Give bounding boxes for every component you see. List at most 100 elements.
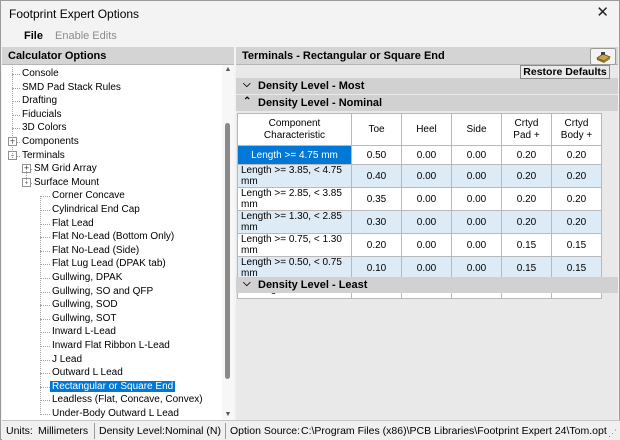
value-cell[interactable]: 0.20 (351, 233, 402, 257)
tree-item[interactable]: Gullwing, DPAK (50, 271, 124, 285)
value-cell[interactable]: 0.50 (351, 145, 402, 165)
tree-item[interactable]: Components (20, 135, 81, 149)
resize-grip-icon[interactable]: ⋰ (608, 428, 618, 438)
value-cell[interactable]: 0.00 (451, 210, 502, 234)
tree-item-label: Gullwing, SOT (52, 312, 117, 324)
tree-item[interactable]: Terminals (20, 149, 67, 163)
tree-connector (40, 250, 50, 252)
tree-item[interactable]: Flat Lug Lead (DPAK tab) (50, 257, 168, 271)
tree-item[interactable]: J Lead (50, 353, 84, 367)
characteristic-cell[interactable]: Length >= 0.75, < 1.30 mm (237, 233, 352, 257)
tree-item[interactable]: Gullwing, SO and QFP (50, 285, 155, 299)
characteristic-cell[interactable]: Length >= 2.85, < 3.85 mm (237, 187, 352, 211)
density-most-label: Density Level - Most (258, 80, 365, 92)
tree-connector (40, 386, 50, 388)
tree-item[interactable]: Cylindrical End Cap (50, 203, 142, 217)
value-cell[interactable]: 0.35 (351, 187, 402, 211)
density-most-section[interactable]: ⌵ Density Level - Most (236, 78, 618, 94)
value-cell[interactable]: 0.30 (351, 210, 402, 234)
value-cell[interactable]: 0.00 (451, 187, 502, 211)
value-cell[interactable]: 0.00 (401, 233, 452, 257)
column-header: Crtyd Body + (551, 113, 602, 146)
tree-item-label: Cylindrical End Cap (52, 204, 140, 215)
tree-item[interactable]: 3D Colors (20, 121, 68, 135)
window-title: Footprint Expert Options (9, 7, 140, 21)
tree-item[interactable]: Flat Lead (50, 217, 96, 231)
tree-item-label: J Lead (52, 353, 83, 365)
column-header: Toe (351, 113, 402, 146)
tree-item-label: Drafting (22, 95, 58, 107)
chevron-down-icon: ⌵ (243, 79, 251, 90)
scroll-down-icon[interactable]: ▼ (222, 410, 234, 420)
characteristic-cell[interactable]: Length >= 1.30, < 2.85 mm (237, 210, 352, 234)
tree-item-label: SM Grid Array (34, 163, 97, 175)
tree-item[interactable]: Fiducials (20, 108, 63, 122)
tree-item[interactable]: SM Grid Array (32, 162, 99, 176)
tree-connector (40, 223, 50, 225)
tree-item[interactable]: Rectangular or Square End (50, 380, 176, 394)
value-cell[interactable]: 0.15 (551, 233, 602, 257)
menu-file[interactable]: File (24, 30, 43, 42)
tree-item-label: Corner Concave (52, 190, 125, 202)
tree-item[interactable]: Outward L Lead (50, 366, 125, 380)
value-cell[interactable]: 0.20 (501, 210, 552, 234)
tree-scrollbar[interactable]: ▲ ▼ (222, 65, 234, 420)
settings-header: Terminals - Rectangular or Square End (236, 47, 618, 65)
menu-enable-edits[interactable]: Enable Edits (55, 30, 117, 42)
value-cell[interactable]: 0.15 (501, 233, 552, 257)
scroll-thumb[interactable] (225, 123, 230, 379)
value-cell[interactable]: 0.20 (551, 210, 602, 234)
tree-item[interactable]: Surface Mount (32, 176, 101, 190)
value-cell[interactable]: 0.00 (401, 145, 452, 165)
value-cell[interactable]: 0.00 (451, 164, 502, 188)
density-least-label: Density Level - Least (258, 279, 368, 291)
tree-item[interactable]: Console (20, 67, 61, 81)
tree-connector (40, 196, 41, 415)
value-cell[interactable]: 0.00 (451, 233, 502, 257)
tree-item[interactable]: SMD Pad Stack Rules (20, 81, 123, 95)
tree-item[interactable]: Inward Flat Ribbon L-Lead (50, 339, 172, 353)
density-nominal-section[interactable]: ⌃ Density Level - Nominal (236, 95, 618, 111)
tree-item[interactable]: Under-Body Outward L Lead (50, 407, 181, 420)
status-divider (94, 423, 95, 439)
value-cell[interactable]: 0.00 (401, 187, 452, 211)
tree-item[interactable]: Drafting (20, 94, 59, 108)
value-cell[interactable]: 0.20 (501, 164, 552, 188)
tree-item[interactable]: Corner Concave (50, 189, 127, 203)
tree-item-label: Gullwing, DPAK (52, 272, 123, 283)
value-cell[interactable]: 0.00 (451, 145, 502, 165)
tree-connector (40, 400, 50, 402)
tree-item[interactable]: Gullwing, SOT (50, 312, 118, 326)
density-least-section[interactable]: ⌵ Density Level - Least (236, 277, 618, 293)
value-cell[interactable]: 0.20 (551, 187, 602, 211)
status-divider (225, 423, 226, 439)
close-icon[interactable]: ✕ (596, 4, 609, 22)
restore-defaults-button[interactable]: Restore Defaults (520, 65, 610, 79)
tree-item-label: Flat No-Lead (Bottom Only) (52, 231, 175, 243)
tree-item[interactable]: Leadless (Flat, Concave, Convex) (50, 393, 205, 407)
tree-item[interactable]: Flat No-Lead (Side) (50, 244, 141, 258)
tree-connector (12, 128, 20, 130)
value-cell[interactable]: 0.20 (551, 164, 602, 188)
value-cell[interactable]: 0.00 (401, 164, 452, 188)
tree-item-label: Leadless (Flat, Concave, Convex) (52, 394, 203, 406)
tree-connector (12, 87, 20, 89)
tree-item[interactable]: Gullwing, SOD (50, 298, 120, 312)
value-cell[interactable]: 0.20 (501, 187, 552, 211)
scroll-up-icon[interactable]: ▲ (222, 65, 234, 75)
tree-connector (40, 278, 50, 279)
tree-connector (12, 74, 20, 75)
value-cell[interactable]: 0.00 (401, 210, 452, 234)
value-cell[interactable]: 0.20 (551, 145, 602, 165)
characteristic-cell[interactable]: Length >= 3.85, < 4.75 mm (237, 164, 352, 188)
tree-item[interactable]: Flat No-Lead (Bottom Only) (50, 230, 176, 244)
table-row: Length >= 2.85, < 3.85 mm 0.35 0.00 0.00 0.2… (237, 187, 602, 211)
tree-item-label: Fiducials (22, 108, 62, 120)
tree-connector (40, 346, 50, 347)
hint-button[interactable] (590, 48, 616, 65)
value-cell[interactable]: 0.20 (501, 145, 552, 165)
tree-item[interactable]: Inward L-Lead (50, 325, 118, 339)
value-cell[interactable]: 0.40 (351, 164, 402, 188)
tree-connector (12, 67, 13, 158)
characteristic-cell[interactable]: Length >= 4.75 mm (237, 145, 352, 165)
